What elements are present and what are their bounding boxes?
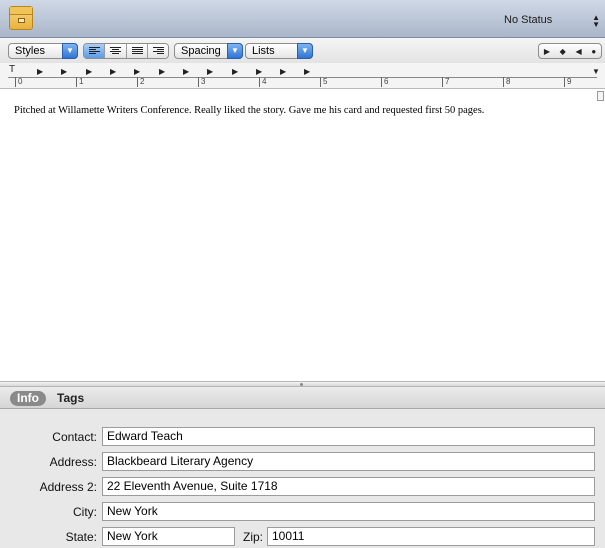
tab-stop-marker[interactable]: ▶ — [37, 67, 43, 76]
tab-stop-marker[interactable]: ▶ — [86, 67, 92, 76]
chevron-down-icon: ▼ — [227, 43, 243, 59]
box-slot — [18, 18, 25, 23]
contact-label: Contact: — [52, 430, 97, 444]
ruler-number: 3 — [201, 77, 206, 86]
ruler[interactable]: T ▶ ▶ ▶ ▶ ▶ ▶ ▶ ▶ ▶ ▶ ▶ ▶ ▼ 0 1 2 3 4 5 … — [0, 63, 605, 89]
styles-popup[interactable]: Styles ▼ — [8, 43, 78, 59]
circle-icon[interactable]: ● — [591, 47, 596, 56]
ruler-number: 7 — [445, 77, 450, 86]
navigation-buttons: ▶ ◆ ◀ ● — [538, 43, 602, 59]
city-label: City: — [73, 505, 97, 519]
tab-stop-marker[interactable]: ▶ — [232, 67, 238, 76]
format-toolbar: Styles ▼ Spacing ▼ Lists ▼ ▶ ◆ ◀ ● — [0, 38, 605, 63]
inspector-tab-bar: Info Tags — [0, 387, 605, 409]
status-select[interactable]: No Status ▲ ▼ — [504, 14, 600, 30]
justify-icon — [131, 47, 143, 55]
info-panel: Contact: Edward Teach Address: Blackbear… — [0, 409, 605, 548]
align-right-button[interactable] — [147, 44, 168, 58]
box-lid — [10, 7, 32, 15]
ruler-number: 8 — [506, 77, 511, 86]
address2-field[interactable]: 22 Eleventh Avenue, Suite 1718 — [102, 477, 595, 496]
city-field[interactable]: New York — [102, 502, 595, 521]
justify-button[interactable] — [126, 44, 148, 58]
tab-stop-marker[interactable]: ▶ — [207, 67, 213, 76]
tab-stop-marker[interactable]: ▶ — [134, 67, 140, 76]
tab-tags[interactable]: Tags — [57, 391, 84, 406]
align-left-button[interactable] — [84, 44, 106, 58]
spacing-popup[interactable]: Spacing ▼ — [174, 43, 243, 59]
state-field[interactable]: New York — [102, 527, 235, 546]
ruler-number: 5 — [323, 77, 328, 86]
align-center-button[interactable] — [105, 44, 127, 58]
spacing-label: Spacing — [181, 45, 221, 57]
ruler-number: 2 — [140, 77, 145, 86]
chevron-down-icon: ▼ — [62, 43, 78, 59]
play-forward-icon[interactable]: ▶ — [544, 47, 550, 56]
document-box-icon[interactable] — [9, 6, 33, 30]
ruler-number: 1 — [79, 77, 84, 86]
align-right-icon — [152, 47, 164, 55]
tab-stop-marker[interactable]: ▶ — [61, 67, 67, 76]
status-label: No Status — [504, 14, 553, 26]
zip-label: Zip: — [243, 530, 264, 544]
notes-text: Pitched at Willamette Writers Conference… — [14, 105, 485, 116]
lists-label: Lists — [252, 45, 275, 57]
align-left-icon — [89, 47, 100, 55]
tab-stop-marker[interactable]: ▶ — [183, 67, 189, 76]
lists-popup[interactable]: Lists ▼ — [245, 43, 313, 59]
state-label: State: — [65, 530, 97, 544]
address2-label: Address 2: — [39, 480, 97, 494]
splitter-handle-icon — [300, 383, 303, 386]
styles-label: Styles — [15, 45, 45, 57]
diamond-icon[interactable]: ◆ — [560, 47, 566, 56]
address-field[interactable]: Blackbeard Literary Agency — [102, 452, 595, 471]
tab-stop-marker[interactable]: ▶ — [280, 67, 286, 76]
right-margin-marker[interactable]: ▼ — [592, 67, 600, 76]
play-back-icon[interactable]: ◀ — [575, 47, 581, 56]
zip-field[interactable]: 10011 — [267, 527, 595, 546]
first-line-indent-marker[interactable]: T — [9, 64, 15, 75]
address-label: Address: — [49, 455, 97, 469]
align-center-icon — [110, 47, 122, 55]
ruler-number: 6 — [384, 77, 389, 86]
alignment-group — [83, 43, 169, 59]
ruler-number: 9 — [567, 77, 572, 86]
tab-stop-marker[interactable]: ▶ — [304, 67, 310, 76]
ruler-number: 4 — [262, 77, 267, 86]
up-down-arrows-icon: ▲ ▼ — [592, 13, 600, 29]
notes-text-area[interactable]: Pitched at Willamette Writers Conference… — [0, 89, 605, 381]
title-bar: No Status ▲ ▼ — [0, 0, 605, 38]
ruler-number: 0 — [18, 77, 23, 86]
tab-info[interactable]: Info — [10, 391, 46, 406]
tab-stop-marker[interactable]: ▶ — [256, 67, 262, 76]
scroll-indicator[interactable] — [597, 91, 604, 101]
contact-field[interactable]: Edward Teach — [102, 427, 595, 446]
tab-stop-marker[interactable]: ▶ — [159, 67, 165, 76]
tab-stop-marker[interactable]: ▶ — [110, 67, 116, 76]
chevron-down-icon: ▼ — [297, 43, 313, 59]
